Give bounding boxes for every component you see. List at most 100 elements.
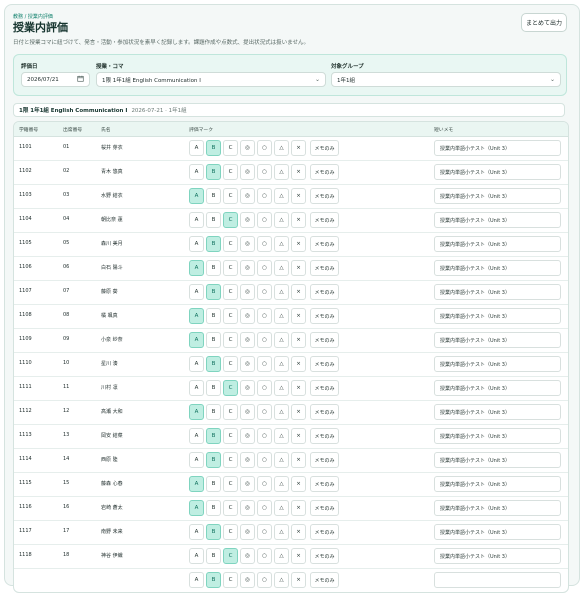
mark-button[interactable]: △ bbox=[274, 380, 289, 396]
memo-only-button[interactable]: メモのみ bbox=[310, 428, 339, 444]
mark-button[interactable]: △ bbox=[274, 188, 289, 204]
mark-button[interactable]: △ bbox=[274, 284, 289, 300]
memo-only-button[interactable]: メモのみ bbox=[310, 212, 339, 228]
mark-button[interactable]: C bbox=[223, 500, 238, 516]
mark-button[interactable]: B bbox=[206, 260, 221, 276]
mark-button[interactable]: × bbox=[291, 212, 306, 228]
mark-button[interactable]: A bbox=[189, 284, 204, 300]
mark-button[interactable]: C bbox=[223, 260, 238, 276]
mark-button[interactable]: △ bbox=[274, 356, 289, 372]
mark-button[interactable]: C bbox=[223, 236, 238, 252]
mark-button[interactable]: A bbox=[189, 140, 204, 156]
mark-button[interactable]: ◎ bbox=[240, 188, 255, 204]
memo-input[interactable]: 授業内単語小テスト（Unit 3） bbox=[434, 452, 561, 468]
mark-button[interactable]: × bbox=[291, 140, 306, 156]
mark-button[interactable]: B bbox=[206, 404, 221, 420]
mark-button[interactable]: × bbox=[291, 404, 306, 420]
mark-button[interactable]: △ bbox=[274, 332, 289, 348]
mark-button[interactable]: × bbox=[291, 332, 306, 348]
mark-button[interactable]: A bbox=[189, 212, 204, 228]
memo-input[interactable]: 授業内単語小テスト（Unit 3） bbox=[434, 500, 561, 516]
mark-button[interactable]: A bbox=[189, 188, 204, 204]
mark-button[interactable]: ○ bbox=[257, 164, 272, 180]
mark-button[interactable]: △ bbox=[274, 524, 289, 540]
mark-button[interactable]: C bbox=[223, 188, 238, 204]
memo-input[interactable]: 授業内単語小テスト（Unit 3） bbox=[434, 188, 561, 204]
mark-button[interactable]: A bbox=[189, 524, 204, 540]
memo-input[interactable]: 授業内単語小テスト（Unit 3） bbox=[434, 236, 561, 252]
mark-button[interactable]: ◎ bbox=[240, 428, 255, 444]
mark-button[interactable]: ◎ bbox=[240, 308, 255, 324]
mark-button[interactable]: ◎ bbox=[240, 356, 255, 372]
mark-button[interactable]: B bbox=[206, 188, 221, 204]
mark-button[interactable]: B bbox=[206, 452, 221, 468]
mark-button[interactable]: ○ bbox=[257, 452, 272, 468]
mark-button[interactable]: ◎ bbox=[240, 524, 255, 540]
memo-only-button[interactable]: メモのみ bbox=[310, 236, 339, 252]
memo-only-button[interactable]: メモのみ bbox=[310, 404, 339, 420]
mark-button[interactable]: × bbox=[291, 164, 306, 180]
memo-input[interactable]: 授業内単語小テスト（Unit 3） bbox=[434, 212, 561, 228]
mark-button[interactable]: B bbox=[206, 332, 221, 348]
mark-button[interactable]: A bbox=[189, 356, 204, 372]
mark-button[interactable]: × bbox=[291, 572, 306, 588]
memo-input[interactable]: 授業内単語小テスト（Unit 3） bbox=[434, 308, 561, 324]
mark-button[interactable]: ○ bbox=[257, 236, 272, 252]
memo-only-button[interactable]: メモのみ bbox=[310, 356, 339, 372]
mark-button[interactable]: A bbox=[189, 500, 204, 516]
memo-input[interactable]: 授業内単語小テスト（Unit 3） bbox=[434, 332, 561, 348]
mark-button[interactable]: A bbox=[189, 164, 204, 180]
memo-only-button[interactable]: メモのみ bbox=[310, 548, 339, 564]
mark-button[interactable]: △ bbox=[274, 212, 289, 228]
mark-button[interactable]: ○ bbox=[257, 284, 272, 300]
mark-button[interactable]: C bbox=[223, 452, 238, 468]
mark-button[interactable]: B bbox=[206, 308, 221, 324]
mark-button[interactable]: × bbox=[291, 260, 306, 276]
mark-button[interactable]: ◎ bbox=[240, 404, 255, 420]
mark-button[interactable]: A bbox=[189, 260, 204, 276]
memo-input[interactable]: 授業内単語小テスト（Unit 3） bbox=[434, 404, 561, 420]
mark-button[interactable]: B bbox=[206, 140, 221, 156]
memo-only-button[interactable]: メモのみ bbox=[310, 476, 339, 492]
mark-button[interactable]: ◎ bbox=[240, 212, 255, 228]
mark-button[interactable]: ○ bbox=[257, 260, 272, 276]
mark-button[interactable]: △ bbox=[274, 428, 289, 444]
memo-only-button[interactable]: メモのみ bbox=[310, 308, 339, 324]
mark-button[interactable]: ◎ bbox=[240, 476, 255, 492]
mark-button[interactable]: ○ bbox=[257, 140, 272, 156]
memo-only-button[interactable]: メモのみ bbox=[310, 524, 339, 540]
mark-button[interactable]: ○ bbox=[257, 476, 272, 492]
date-field[interactable]: 2026/07/21 bbox=[21, 72, 90, 87]
mark-button[interactable]: C bbox=[223, 164, 238, 180]
mark-button[interactable]: ◎ bbox=[240, 500, 255, 516]
memo-input[interactable]: 授業内単語小テスト（Unit 3） bbox=[434, 380, 561, 396]
mark-button[interactable]: △ bbox=[274, 452, 289, 468]
memo-only-button[interactable]: メモのみ bbox=[310, 188, 339, 204]
mark-button[interactable]: A bbox=[189, 452, 204, 468]
mark-button[interactable]: C bbox=[223, 308, 238, 324]
memo-only-button[interactable]: メモのみ bbox=[310, 164, 339, 180]
mark-button[interactable]: A bbox=[189, 404, 204, 420]
mark-button[interactable]: ◎ bbox=[240, 284, 255, 300]
memo-input[interactable]: 授業内単語小テスト（Unit 3） bbox=[434, 428, 561, 444]
memo-only-button[interactable]: メモのみ bbox=[310, 452, 339, 468]
mark-button[interactable]: △ bbox=[274, 476, 289, 492]
mark-button[interactable]: ◎ bbox=[240, 164, 255, 180]
mark-button[interactable]: ○ bbox=[257, 212, 272, 228]
mark-button[interactable]: ○ bbox=[257, 524, 272, 540]
mark-button[interactable]: A bbox=[189, 380, 204, 396]
mark-button[interactable]: A bbox=[189, 332, 204, 348]
mark-button[interactable]: △ bbox=[274, 308, 289, 324]
mark-button[interactable]: ◎ bbox=[240, 548, 255, 564]
mark-button[interactable]: ◎ bbox=[240, 452, 255, 468]
mark-button[interactable]: B bbox=[206, 356, 221, 372]
memo-input[interactable]: 授業内単語小テスト（Unit 3） bbox=[434, 164, 561, 180]
mark-button[interactable]: B bbox=[206, 236, 221, 252]
mark-button[interactable]: × bbox=[291, 452, 306, 468]
mark-button[interactable]: B bbox=[206, 212, 221, 228]
mark-button[interactable]: △ bbox=[274, 500, 289, 516]
mark-button[interactable]: × bbox=[291, 500, 306, 516]
mark-button[interactable]: × bbox=[291, 284, 306, 300]
mark-button[interactable]: B bbox=[206, 428, 221, 444]
mark-button[interactable]: × bbox=[291, 476, 306, 492]
